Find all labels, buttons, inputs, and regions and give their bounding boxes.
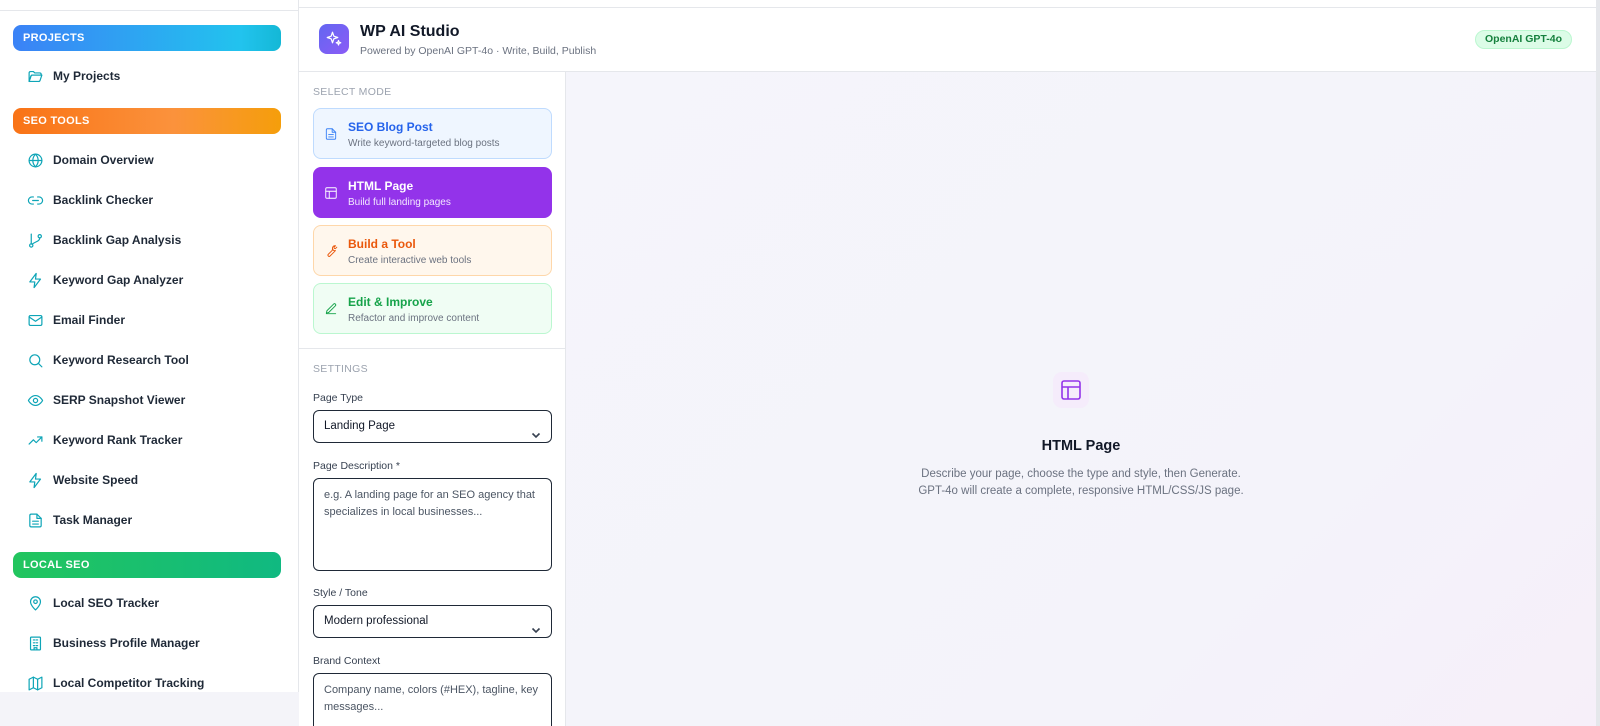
sidebar-item-backlink-checker[interactable]: Backlink Checker [26, 188, 153, 212]
app-header: WP AI Studio Powered by OpenAI GPT-4o · … [299, 8, 1596, 72]
pen-icon [324, 302, 338, 316]
lightning-icon [26, 471, 44, 489]
sidebar-item-local-seo-tracker[interactable]: Local SEO Tracker [26, 591, 159, 615]
sidebar-item-label: Website Speed [53, 473, 139, 487]
chevron-down-icon [531, 617, 541, 634]
chevron-down-icon [531, 422, 541, 439]
brand-context-input[interactable]: Company name, colors (#HEX), tagline, ke… [313, 673, 552, 726]
sidebar-item-local-competitor[interactable]: Local Competitor Tracking [26, 671, 204, 692]
empty-state-title: HTML Page [1041, 438, 1121, 454]
empty-state-line: Describe your page, choose the type and … [921, 468, 1241, 480]
style-tone-select[interactable]: Modern professional [313, 605, 552, 638]
sidebar-item-label: Backlink Checker [53, 193, 154, 207]
page-type-label: Page Type [313, 392, 364, 404]
sidebar-item-my-projects[interactable]: My Projects [26, 64, 120, 88]
sidebar-item-domain-overview[interactable]: Domain Overview [26, 148, 154, 172]
preview-area: HTML Page Describe your page, choose the… [566, 72, 1596, 726]
sidebar-item-label: Local Competitor Tracking [53, 676, 205, 690]
lightning-icon [26, 271, 44, 289]
sidebar-item-label: My Projects [53, 69, 121, 83]
sidebar-top-divider [0, 10, 298, 11]
panel-divider [299, 348, 566, 349]
mail-icon [26, 311, 44, 329]
style-tone-label: Style / Tone [313, 587, 368, 599]
top-strip [299, 0, 1596, 8]
sidebar-item-label: Domain Overview [53, 153, 154, 167]
page-description-label: Page Description * [313, 460, 400, 472]
globe-icon [26, 151, 44, 169]
sidebar-item-website-speed[interactable]: Website Speed [26, 468, 138, 492]
sidebar-item-business-profile[interactable]: Business Profile Manager [26, 631, 200, 655]
mode-description: Write keyword-targeted blog posts [348, 138, 500, 149]
sidebar-item-label: Task Manager [53, 513, 133, 527]
mode-description: Create interactive web tools [348, 255, 472, 266]
building-icon [26, 634, 44, 652]
mode-edit-improve[interactable]: Edit & Improve Refactor and improve cont… [313, 283, 552, 334]
section-header-projects: PROJECTS [13, 25, 281, 51]
git-branch-icon [26, 231, 44, 249]
sidebar-item-label: Email Finder [53, 313, 126, 327]
app-title: WP AI Studio [360, 23, 460, 40]
wrench-icon [324, 244, 338, 258]
sidebar-item-keyword-gap[interactable]: Keyword Gap Analyzer [26, 268, 183, 292]
link-icon [26, 191, 44, 209]
sidebar-item-serp-snapshot[interactable]: SERP Snapshot Viewer [26, 388, 185, 412]
layout-icon [324, 186, 338, 200]
mode-seo-blog-post[interactable]: SEO Blog Post Write keyword-targeted blo… [313, 108, 552, 159]
sidebar-item-label: SERP Snapshot Viewer [53, 393, 186, 407]
page-type-select[interactable]: Landing Page [313, 410, 552, 443]
mode-title: HTML Page [348, 179, 414, 193]
eye-icon [26, 391, 44, 409]
settings-label: SETTINGS [313, 363, 368, 375]
map-pin-icon [26, 594, 44, 612]
brand-context-label: Brand Context [313, 655, 381, 667]
mode-html-page[interactable]: HTML Page Build full landing pages [313, 167, 552, 218]
sidebar-item-label: Keyword Research Tool [53, 353, 189, 367]
folder-open-icon [26, 67, 44, 85]
sidebar-item-email-finder[interactable]: Email Finder [26, 308, 125, 332]
app-subtitle: Powered by OpenAI GPT-4o · Write, Build,… [360, 45, 597, 57]
sidebar-item-rank-tracker[interactable]: Keyword Rank Tracker [26, 428, 182, 452]
document-icon [324, 127, 338, 141]
sidebar-item-label: Business Profile Manager [53, 636, 200, 650]
model-badge: OpenAI GPT-4o [1474, 30, 1572, 49]
mode-description: Refactor and improve content [348, 313, 480, 324]
map-icon [26, 674, 44, 692]
section-header-local-seo: LOCAL SEO [13, 552, 281, 578]
search-icon [26, 351, 44, 369]
sidebar-item-task-manager[interactable]: Task Manager [26, 508, 132, 532]
sidebar-item-backlink-gap[interactable]: Backlink Gap Analysis [26, 228, 181, 252]
select-mode-label: SELECT MODE [313, 86, 392, 98]
sidebar-item-label: Keyword Gap Analyzer [53, 273, 184, 287]
mode-build-a-tool[interactable]: Build a Tool Create interactive web tool… [313, 225, 552, 276]
sparkles-icon [319, 24, 349, 54]
sidebar: PROJECTS My Projects SEO TOOLS Domain Ov… [0, 0, 299, 692]
sidebar-item-keyword-research[interactable]: Keyword Research Tool [26, 348, 189, 372]
section-header-seo-tools: SEO TOOLS [13, 108, 281, 134]
scrollbar[interactable] [1596, 0, 1600, 726]
main-area: WP AI Studio Powered by OpenAI GPT-4o · … [299, 0, 1600, 726]
mode-title: SEO Blog Post [348, 120, 433, 134]
mode-description: Build full landing pages [348, 197, 451, 208]
config-panel: SELECT MODE SEO Blog Post Write keyword-… [299, 72, 566, 726]
mode-title: Build a Tool [348, 237, 416, 251]
sidebar-item-label: Keyword Rank Tracker [53, 433, 183, 447]
page-type-value: Landing Page [324, 420, 395, 432]
file-text-icon [26, 511, 44, 529]
page-description-input[interactable]: e.g. A landing page for an SEO agency th… [313, 478, 552, 571]
style-tone-value: Modern professional [324, 615, 429, 627]
mode-title: Edit & Improve [348, 295, 433, 309]
sidebar-item-label: Local SEO Tracker [53, 596, 160, 610]
sidebar-item-label: Backlink Gap Analysis [53, 233, 182, 247]
trending-up-icon [26, 431, 44, 449]
empty-state-description: Describe your page, choose the type and … [566, 466, 1596, 499]
layout-icon [1053, 372, 1089, 408]
empty-state-line: GPT-4o will create a complete, responsiv… [918, 484, 1244, 497]
